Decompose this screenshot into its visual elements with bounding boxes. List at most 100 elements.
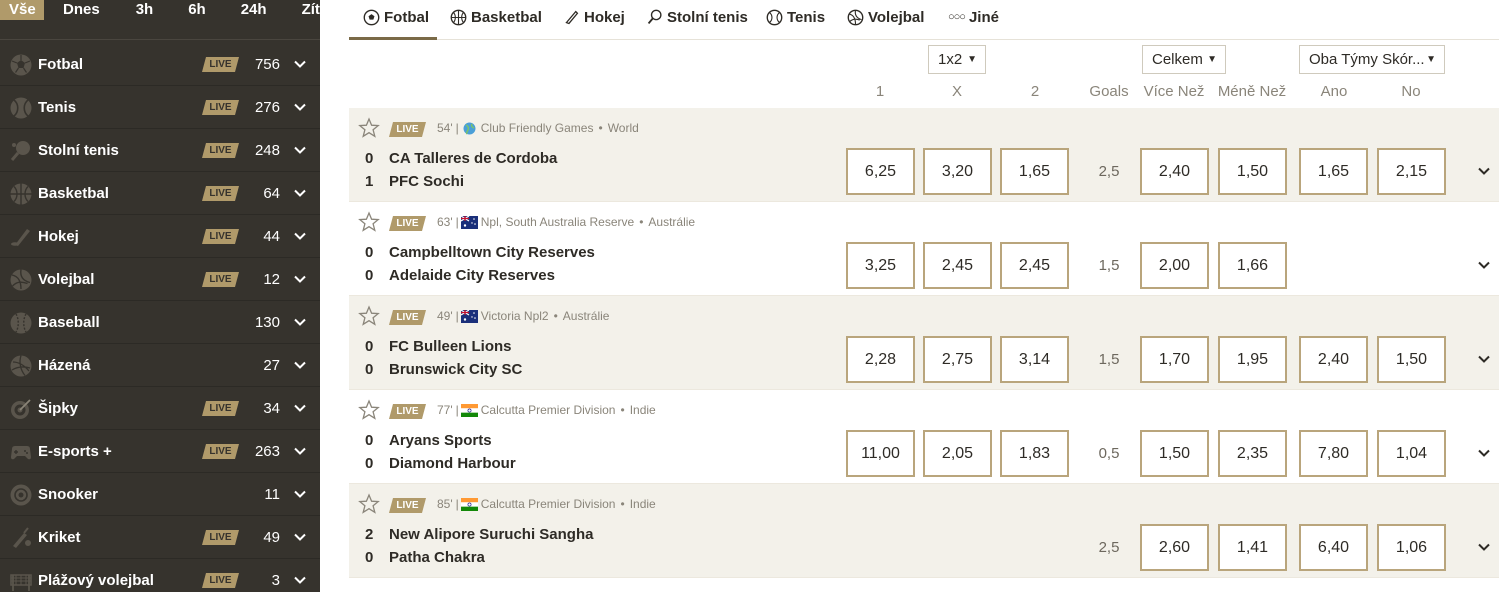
chevron-down-icon[interactable] <box>293 573 307 587</box>
star-icon[interactable] <box>358 211 380 233</box>
odd-1-button[interactable]: 6,25 <box>846 148 915 195</box>
odd-over-button[interactable]: 1,70 <box>1140 336 1209 383</box>
tab-tenis[interactable]: Tenis <box>766 0 825 40</box>
sport-item-hockey[interactable]: Hokej LIVE 44 <box>0 215 320 258</box>
sport-item-table-tennis[interactable]: Stolní tenis LIVE 248 <box>0 129 320 172</box>
time-tab-tomorrow[interactable]: Zítra <box>293 0 320 20</box>
sport-item-esports[interactable]: E-sports + LIVE 263 <box>0 430 320 473</box>
odd-under-button[interactable]: 1,66 <box>1218 242 1287 289</box>
chevron-down-icon[interactable] <box>293 358 307 372</box>
odd-1-button[interactable]: 3,25 <box>846 242 915 289</box>
away-team[interactable]: Adelaide City Reserves <box>389 267 555 284</box>
tab-stolni-tenis[interactable]: Stolní tenis <box>646 0 748 40</box>
odd-yes-button[interactable]: 1,65 <box>1299 148 1368 195</box>
odd-under-button[interactable]: 2,35 <box>1218 430 1287 477</box>
odd-x-button[interactable]: 2,05 <box>923 430 992 477</box>
time-tab-24h[interactable]: 24h <box>232 0 276 20</box>
away-team[interactable]: PFC Sochi <box>389 173 464 190</box>
away-team[interactable]: Diamond Harbour <box>389 455 516 472</box>
odd-2-button[interactable]: 2,45 <box>1000 242 1069 289</box>
football-icon <box>9 53 33 77</box>
sport-item-handball[interactable]: Házená 27 <box>0 344 320 387</box>
league-name[interactable]: Victoria Npl2 <box>481 309 549 323</box>
odd-2-button[interactable]: 3,14 <box>1000 336 1069 383</box>
chevron-down-icon[interactable] <box>293 530 307 544</box>
time-tab-all[interactable]: Vše <box>0 0 44 20</box>
chevron-down-icon[interactable] <box>293 143 307 157</box>
league-name[interactable]: Calcutta Premier Division <box>481 497 616 511</box>
chevron-down-icon[interactable] <box>1477 540 1491 554</box>
league-name[interactable]: Club Friendly Games <box>481 121 594 135</box>
odd-2-button[interactable]: 1,83 <box>1000 430 1069 477</box>
sport-name: E-sports + <box>38 442 112 460</box>
tab-fotbal[interactable]: Fotbal <box>349 0 437 40</box>
chevron-down-icon[interactable] <box>293 444 307 458</box>
sport-item-cricket[interactable]: Kriket LIVE 49 <box>0 516 320 559</box>
chevron-down-icon[interactable] <box>293 401 307 415</box>
star-icon[interactable] <box>358 117 380 139</box>
odd-1-button[interactable]: 2,28 <box>846 336 915 383</box>
star-icon[interactable] <box>358 305 380 327</box>
odd-no-button[interactable]: 2,15 <box>1377 148 1446 195</box>
market-select-1x2[interactable]: 1x2 ▼ <box>928 45 986 74</box>
odd-yes-button[interactable]: 7,80 <box>1299 430 1368 477</box>
sport-item-football[interactable]: Fotbal LIVE 756 <box>0 43 320 86</box>
chevron-down-icon[interactable] <box>1477 258 1491 272</box>
odd-under-button[interactable]: 1,95 <box>1218 336 1287 383</box>
odd-no-button[interactable]: 1,50 <box>1377 336 1446 383</box>
sport-item-beach-volleyball[interactable]: Plážový volejbal LIVE 3 <box>0 559 320 592</box>
star-icon[interactable] <box>358 493 380 515</box>
chevron-down-icon[interactable] <box>293 272 307 286</box>
home-team[interactable]: CA Talleres de Cordoba <box>389 150 557 167</box>
away-team[interactable]: Brunswick City SC <box>389 361 522 378</box>
home-team[interactable]: New Alipore Suruchi Sangha <box>389 526 593 543</box>
sport-item-baseball[interactable]: Baseball 130 <box>0 301 320 344</box>
sport-item-snooker[interactable]: Snooker 11 <box>0 473 320 516</box>
odd-over-button[interactable]: 1,50 <box>1140 430 1209 477</box>
league-name[interactable]: Calcutta Premier Division <box>481 403 616 417</box>
odd-x-button[interactable]: 2,45 <box>923 242 992 289</box>
odd-over-button[interactable]: 2,60 <box>1140 524 1209 571</box>
home-team[interactable]: Aryans Sports <box>389 432 492 449</box>
odd-1-button[interactable]: 11,00 <box>846 430 915 477</box>
tab-hokej[interactable]: Hokej <box>563 0 625 40</box>
market-select-btts[interactable]: Oba Týmy Skór... ▼ <box>1299 45 1445 74</box>
chevron-down-icon[interactable] <box>1477 352 1491 366</box>
chevron-down-icon[interactable] <box>293 315 307 329</box>
odd-under-button[interactable]: 1,41 <box>1218 524 1287 571</box>
tab-volejbal[interactable]: Volejbal <box>847 0 924 40</box>
odd-over-button[interactable]: 2,40 <box>1140 148 1209 195</box>
sport-item-darts[interactable]: Šipky LIVE 34 <box>0 387 320 430</box>
basketball-icon <box>450 9 467 26</box>
star-icon[interactable] <box>358 399 380 421</box>
odd-over-button[interactable]: 2,00 <box>1140 242 1209 289</box>
market-select-total[interactable]: Celkem ▼ <box>1142 45 1226 74</box>
league-name[interactable]: Npl, South Australia Reserve <box>481 215 634 229</box>
tab-basketbal[interactable]: Basketbal <box>450 0 542 40</box>
odd-x-button[interactable]: 3,20 <box>923 148 992 195</box>
chevron-down-icon[interactable] <box>293 487 307 501</box>
chevron-down-icon[interactable] <box>293 229 307 243</box>
odd-yes-button[interactable]: 2,40 <box>1299 336 1368 383</box>
sport-item-basketball[interactable]: Basketbal LIVE 64 <box>0 172 320 215</box>
odd-yes-button[interactable]: 6,40 <box>1299 524 1368 571</box>
odd-under-button[interactable]: 1,50 <box>1218 148 1287 195</box>
home-team[interactable]: Campbelltown City Reserves <box>389 244 595 261</box>
odd-x-button[interactable]: 2,75 <box>923 336 992 383</box>
away-team[interactable]: Patha Chakra <box>389 549 485 566</box>
sport-item-volleyball[interactable]: Volejbal LIVE 12 <box>0 258 320 301</box>
chevron-down-icon[interactable] <box>293 57 307 71</box>
time-tab-3h[interactable]: 3h <box>127 0 163 20</box>
time-tab-6h[interactable]: 6h <box>179 0 215 20</box>
odd-no-button[interactable]: 1,06 <box>1377 524 1446 571</box>
chevron-down-icon[interactable] <box>293 100 307 114</box>
chevron-down-icon[interactable] <box>1477 446 1491 460</box>
chevron-down-icon[interactable] <box>1477 164 1491 178</box>
time-tab-today[interactable]: Dnes <box>54 0 109 20</box>
chevron-down-icon[interactable] <box>293 186 307 200</box>
home-team[interactable]: FC Bulleen Lions <box>389 338 512 355</box>
odd-no-button[interactable]: 1,04 <box>1377 430 1446 477</box>
tab-jine[interactable]: ○○○ Jiné <box>948 0 999 40</box>
odd-2-button[interactable]: 1,65 <box>1000 148 1069 195</box>
sport-item-tennis[interactable]: Tenis LIVE 276 <box>0 86 320 129</box>
